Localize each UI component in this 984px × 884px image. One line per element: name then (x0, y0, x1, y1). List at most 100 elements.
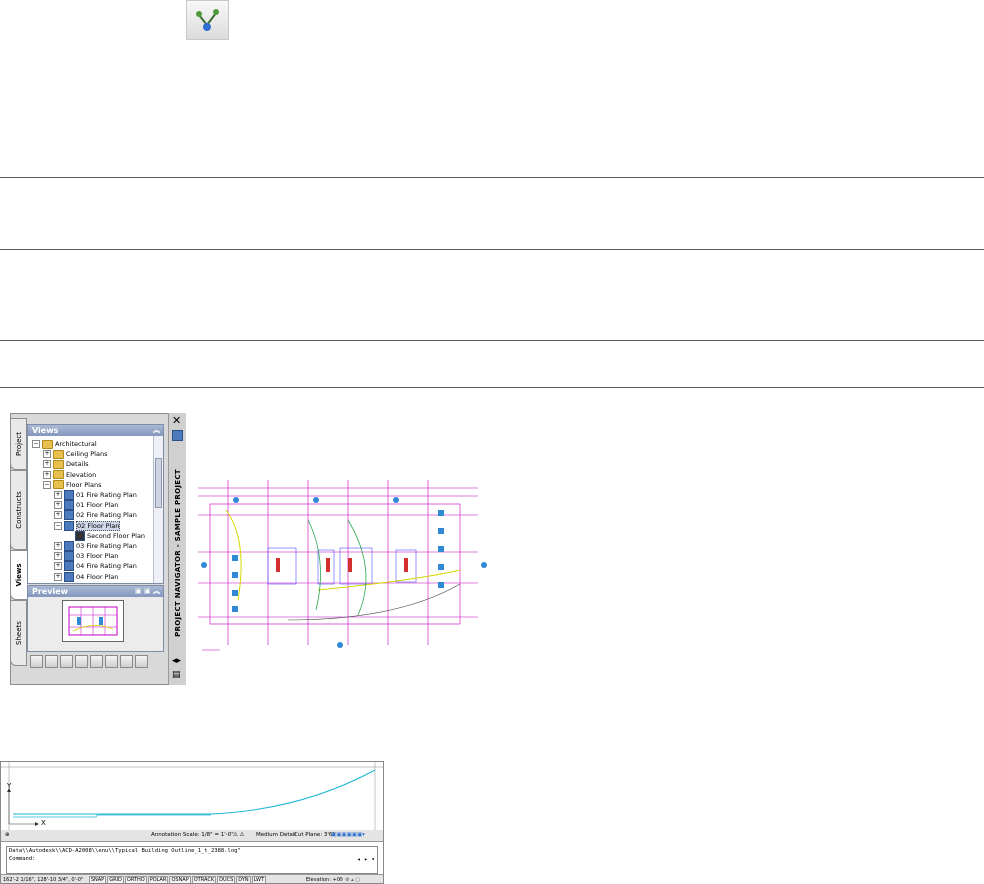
tree-item-label: 02 Fire Rating Plan (76, 511, 137, 520)
status-toggle-ducs[interactable]: DUCS (217, 876, 236, 883)
status-toggle-snap[interactable]: SNAP (88, 876, 107, 883)
annotation-visibility-icon[interactable]: ⚠ ⚠ (233, 830, 245, 841)
tree-item[interactable]: − Floor Plans (43, 480, 101, 490)
coordinates[interactable]: 162'-2 1/16", 128'-10 3/4", 0'-0" (3, 877, 83, 883)
tree-item[interactable]: +03 Fire Rating Plan (54, 541, 137, 551)
expand-toggle-icon[interactable]: − (32, 440, 40, 448)
expand-toggle-icon[interactable]: − (54, 521, 62, 530)
tree-item-label: 04 Floor Plan (76, 572, 119, 581)
view-drawing-icon (64, 561, 74, 572)
add-detail-view-icon[interactable] (45, 655, 58, 668)
divider (0, 177, 984, 178)
tree-item[interactable]: + Ceiling Plans (43, 449, 107, 459)
tree-item[interactable]: +01 Floor Plan (54, 500, 118, 511)
properties-icon[interactable] (172, 430, 183, 441)
expand-toggle-icon[interactable]: + (54, 562, 62, 571)
tree-item[interactable]: +04 Fire Rating Plan (54, 561, 137, 572)
tree-item-label: 03 Floor Plan (76, 552, 119, 561)
tab-project[interactable]: Project (10, 418, 27, 470)
expand-toggle-icon[interactable]: + (54, 542, 62, 550)
status-toggle-grid[interactable]: GRID (107, 876, 124, 883)
tree-item[interactable]: +04 Floor Plan (54, 571, 119, 582)
display-configuration[interactable]: Medium Detail (256, 830, 296, 841)
elevation[interactable]: Elevation: +0" (306, 875, 342, 883)
command-line[interactable]: Command: (7, 855, 377, 863)
scrollbar-thumb[interactable] (155, 458, 162, 508)
views-scrollbar[interactable] (153, 436, 163, 583)
regenerate-icon[interactable] (75, 655, 88, 668)
tree-item-label: Floor Plans (66, 480, 102, 489)
expand-toggle-icon[interactable]: − (43, 480, 51, 489)
status-toggle-osnap[interactable]: OSNAP (169, 876, 191, 883)
folder-icon (53, 459, 64, 469)
view-drawing-icon (64, 510, 74, 521)
expand-toggle-icon[interactable]: + (54, 491, 62, 499)
model-space-viewport[interactable]: X Y (1, 762, 383, 831)
regenerate-views-icon-button[interactable] (186, 0, 229, 40)
status-toggle-buttons: SNAP GRID ORTHO POLAR OSNAP OTRACK DUCS DYN LWT (88, 876, 267, 883)
views-header[interactable]: Views ︽ (28, 425, 163, 436)
autohide-icon[interactable]: ◂▸ (172, 656, 181, 666)
tree-item[interactable]: − 02 Floor Plan (54, 520, 121, 531)
tree-item-label: Second Floor Plan (87, 531, 146, 540)
publish-icon[interactable] (135, 655, 148, 668)
divider (0, 249, 984, 250)
refresh-icon[interactable] (90, 655, 103, 668)
repath-icon[interactable] (120, 655, 133, 668)
expand-toggle-icon[interactable]: + (54, 552, 62, 561)
expand-toggle-icon[interactable]: + (43, 460, 51, 469)
collapse-chevron-icon[interactable]: ︽ (153, 425, 160, 436)
views-pane: Views ︽ − Architectural + Ceiling Plans + Det… (27, 424, 164, 584)
views-toolbar (30, 655, 148, 669)
tab-sheets[interactable]: Sheets (10, 600, 27, 666)
tab-constructs[interactable]: Constructs (10, 470, 27, 550)
tree-item[interactable]: + Elevation (43, 470, 96, 480)
tree-item[interactable]: +01 Fire Rating Plan (54, 490, 137, 500)
add-view-icon[interactable] (30, 655, 43, 668)
floor-plan-drawing (198, 480, 487, 651)
model-tab-icon[interactable]: ⊕ (5, 830, 10, 841)
palette-tabs: Project Constructs Views Sheets (10, 418, 27, 666)
tab-views[interactable]: Views (10, 550, 27, 600)
tree-item[interactable]: +03 Floor Plan (54, 551, 119, 562)
autocad-window: X Y ⊕ Annotation Scale: 1/8" = 1'-0" ⚠ ⚠… (0, 761, 384, 884)
tree-item[interactable]: Second Floor Plan (65, 530, 146, 541)
tree-item[interactable]: − Architectural (32, 439, 97, 449)
cut-plane[interactable]: Cut Plane: 3'6" (294, 830, 335, 841)
close-icon[interactable]: ✕ (172, 414, 181, 427)
expand-toggle-icon[interactable]: + (54, 511, 62, 520)
preview-controls-icon[interactable]: ▣ ▣ ︽ (135, 586, 160, 597)
tray-icons[interactable]: ⚙ ⚙ ▴ ▢ (339, 875, 360, 883)
tree-item[interactable]: +02 Fire Rating Plan (54, 510, 137, 521)
status-toggle-lwt[interactable]: LWT (251, 876, 266, 883)
expand-toggle-icon[interactable]: + (43, 470, 51, 479)
annotation-scale[interactable]: Annotation Scale: 1/8" = 1'-0" (151, 830, 234, 841)
properties-icon[interactable] (105, 655, 118, 668)
folder-icon (53, 470, 64, 480)
tree-item[interactable]: + Details (43, 459, 89, 469)
tree-item-label: 03 Fire Rating Plan (76, 542, 137, 550)
status-toggle-ortho[interactable]: ORTHO (124, 876, 147, 883)
preview-thumbnail (62, 600, 124, 642)
add-section-view-icon[interactable] (60, 655, 73, 668)
ucs-y-label: Y (7, 782, 12, 790)
application-status-bar: 162'-2 1/16", 128'-10 3/4", 0'-0" SNAP GR… (1, 874, 383, 883)
expand-toggle-icon[interactable]: + (54, 501, 62, 510)
view-drawing-icon (64, 500, 74, 511)
status-toggle-dyn[interactable]: DYN (236, 876, 251, 883)
status-toggle-otrack[interactable]: OTRACK (191, 876, 217, 883)
drawing-tools-icons[interactable]: ▣▣▣▣▣▣▾ (331, 830, 365, 841)
palette-titlebar[interactable]: ✕ PROJECT NAVIGATOR - SAMPLE PROJECT ◂▸ … (168, 413, 186, 685)
preview-header[interactable]: Preview ▣ ▣ ︽ (28, 586, 163, 597)
expand-toggle-icon[interactable]: + (43, 450, 51, 459)
command-scroll-icon[interactable]: ◂ ▸ ▾ (357, 856, 375, 863)
view-drawing-icon (64, 541, 74, 551)
tree-item-label: 04 Fire Rating Plan (76, 562, 137, 571)
tree-item-label: Ceiling Plans (66, 450, 108, 459)
expand-toggle-icon[interactable]: + (54, 572, 62, 581)
branch-nodes-icon (196, 9, 219, 31)
tree-item-label: Architectural (55, 440, 97, 448)
command-window[interactable]: Data\\Autodesk\\ACD-A2008\\enu\\Typical … (6, 846, 378, 874)
status-toggle-polar[interactable]: POLAR (147, 876, 169, 883)
palette-menu-icon[interactable]: ▤ (172, 670, 181, 680)
